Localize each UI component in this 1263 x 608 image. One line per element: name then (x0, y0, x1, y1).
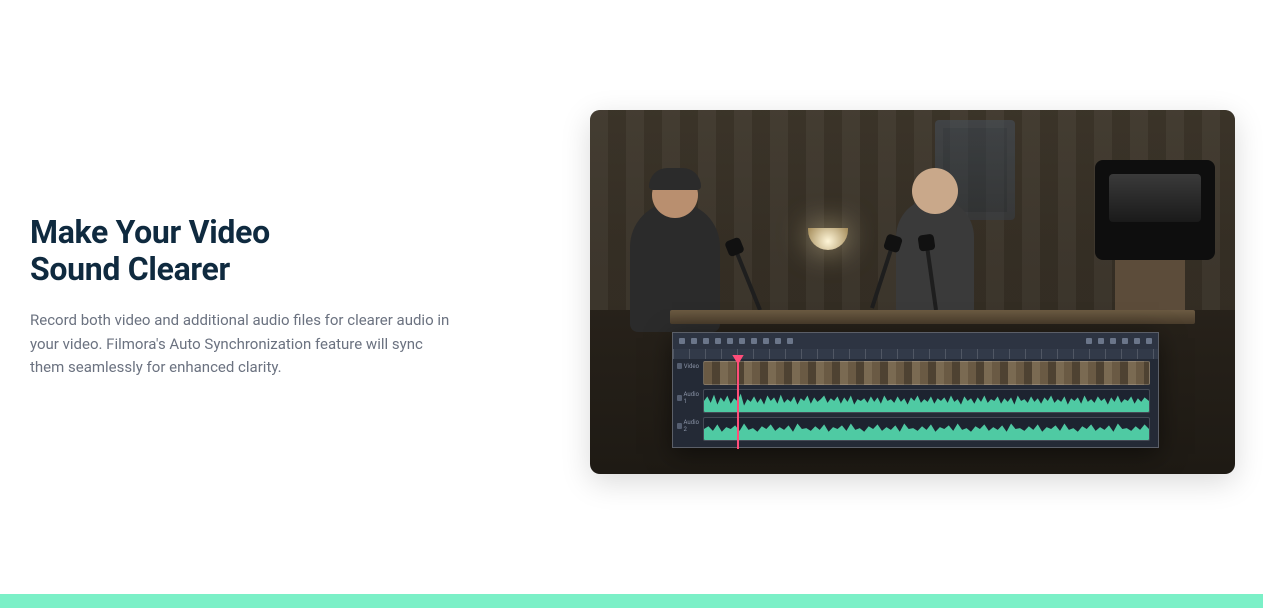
waveform-icon (704, 390, 1149, 412)
timeline-tracks: Video Audio 1 Audio 2 (673, 359, 1158, 449)
toolbar-icon (691, 338, 697, 344)
toolbar-icon (703, 338, 709, 344)
toolbar-icon (787, 338, 793, 344)
camera-icon (1095, 160, 1215, 260)
audio-track-2 (703, 417, 1150, 441)
toolbar-icon (775, 338, 781, 344)
toolbar-icon (751, 338, 757, 344)
timeline-toolbar (673, 333, 1158, 349)
feature-section: Make Your Video Sound Clearer Record bot… (0, 0, 1263, 583)
toolbar-icon (763, 338, 769, 344)
track-label: Video (677, 363, 699, 370)
toolbar-icon (739, 338, 745, 344)
toolbar-icon (679, 338, 685, 344)
audio-track-1 (703, 389, 1150, 413)
feature-media: Video Audio 1 Audio 2 (590, 110, 1235, 474)
toolbar-icon (1122, 338, 1128, 344)
heading-line-1: Make Your Video (30, 214, 470, 251)
media-column: Video Audio 1 Audio 2 (510, 110, 1263, 474)
track-label: Audio 1 (677, 391, 699, 405)
accent-strip (0, 594, 1263, 608)
editor-timeline-overlay: Video Audio 1 Audio 2 (672, 332, 1159, 448)
timeline-ruler (673, 349, 1158, 359)
section-heading: Make Your Video Sound Clearer (30, 214, 470, 288)
toolbar-icon (715, 338, 721, 344)
video-track (703, 361, 1150, 385)
track-label: Audio 2 (677, 419, 699, 433)
desk (670, 310, 1195, 324)
toolbar-icon (727, 338, 733, 344)
toolbar-icon (1086, 338, 1092, 344)
toolbar-icon (1098, 338, 1104, 344)
section-description: Record both video and additional audio f… (30, 309, 450, 379)
toolbar-icon (1110, 338, 1116, 344)
heading-line-2: Sound Clearer (30, 251, 470, 288)
waveform-icon (704, 418, 1149, 440)
playhead-icon (737, 359, 739, 449)
toolbar-icon (1134, 338, 1140, 344)
text-column: Make Your Video Sound Clearer Record bot… (30, 204, 510, 379)
toolbar-icon (1146, 338, 1152, 344)
